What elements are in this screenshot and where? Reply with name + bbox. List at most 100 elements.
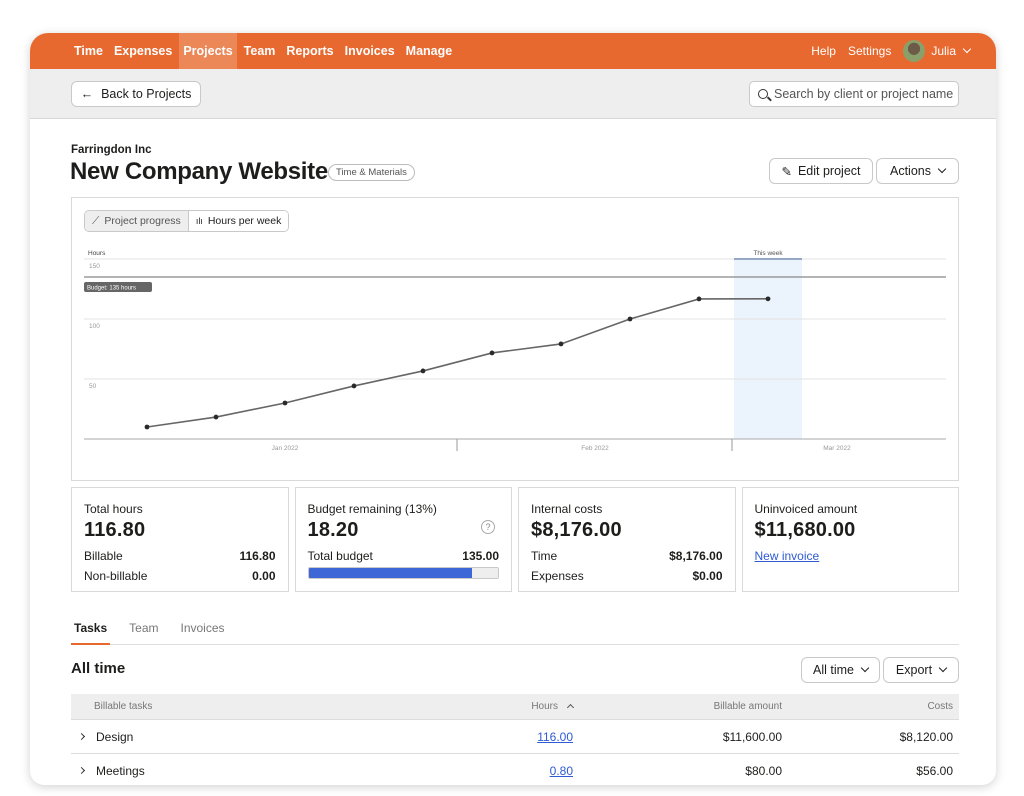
task-name: Design <box>96 729 134 744</box>
chevron-right-icon[interactable] <box>77 766 86 775</box>
col-hours[interactable]: Hours <box>401 701 575 712</box>
tab-hours-per-week[interactable]: ılı Hours per week <box>188 211 289 231</box>
export-label: Export <box>895 663 933 677</box>
budget-card: Budget remaining (13%) ? 18.20 Total bud… <box>294 487 512 592</box>
amount-cell: $11,600.00 <box>722 729 782 744</box>
data-point <box>282 400 288 406</box>
non-billable-row: Non-billable 0.00 <box>84 569 276 583</box>
costs-cell: $56.00 <box>916 763 953 778</box>
card-label: Total hours <box>84 502 143 516</box>
hours-link[interactable]: 116.00 <box>537 730 573 744</box>
nav-reports[interactable]: Reports <box>282 33 337 69</box>
row-value: 135.00 <box>462 549 499 563</box>
hours-cell: 116.00 <box>401 730 573 744</box>
data-point <box>696 296 702 302</box>
col-hours-label: Hours <box>531 701 558 712</box>
task-cell: Meetings <box>71 764 401 778</box>
data-point <box>144 424 150 430</box>
hours-cell: 0.80 <box>401 764 573 778</box>
nav-expenses[interactable]: Expenses <box>110 33 176 69</box>
row-label: Expenses <box>531 569 584 583</box>
series-line <box>146 298 769 428</box>
help-icon[interactable]: ? <box>481 520 495 534</box>
pencil-icon: ✎ <box>781 164 792 179</box>
task-name: Meetings <box>96 763 145 778</box>
x-month-label: Jan 2022 <box>272 445 299 452</box>
nav-invoices[interactable]: Invoices <box>341 33 399 69</box>
row-label: Non-billable <box>84 569 148 583</box>
new-invoice-link[interactable]: New invoice <box>755 549 947 563</box>
card-label: Uninvoiced amount <box>754 502 858 516</box>
card-label: Internal costs <box>531 502 603 516</box>
trend-line-icon: ⟋ <box>92 214 100 227</box>
y-tick-label: 50 <box>89 383 97 390</box>
amount-cell: $80.00 <box>745 763 782 778</box>
tab-invoices[interactable]: Invoices <box>177 621 227 645</box>
chevron-down-icon <box>938 663 948 673</box>
row-value: 116.80 <box>239 549 276 563</box>
edit-project-button[interactable]: ✎ Edit project <box>769 158 873 184</box>
page-title: New Company Website <box>70 158 328 185</box>
y-tick-label: 150 <box>89 263 100 270</box>
table-header: Billable tasks Hours Billable amount Cos… <box>71 694 959 720</box>
progress-label: Project progress <box>104 215 181 227</box>
chart-panel: This week Hours 50 100 150 Budget: 135 hours J… <box>71 197 959 481</box>
total-budget-row: Total budget 135.00 <box>308 549 500 563</box>
hours-label: Hours per week <box>207 215 282 227</box>
export-button[interactable]: Export <box>883 657 959 683</box>
internal-costs-card: Internal costs $8,176.00 Time $8,176.00 E… <box>518 487 736 592</box>
user-menu[interactable]: Julia <box>903 40 972 62</box>
avatar <box>903 40 926 62</box>
row-label: Time <box>531 549 558 563</box>
budget-progress-bar <box>307 567 499 579</box>
range-label: All time <box>813 663 854 677</box>
expenses-cost-row: Expenses $0.00 <box>531 569 723 583</box>
table-row[interactable]: Meetings 0.80 $80.00 $56.00 <box>71 754 959 785</box>
tab-tasks[interactable]: Tasks <box>71 621 111 645</box>
nav-team[interactable]: Team <box>240 33 280 69</box>
chevron-down-icon <box>860 663 870 673</box>
card-value: 116.80 <box>84 519 146 541</box>
costs-cell: $8,120.00 <box>899 729 953 744</box>
nav-projects[interactable]: Projects <box>179 33 237 69</box>
section-title: All time <box>71 660 126 677</box>
chevron-down-icon <box>962 44 972 54</box>
time-cost-row: Time $8,176.00 <box>531 549 723 563</box>
edit-label: Edit project <box>797 164 861 178</box>
nav-time[interactable]: Time <box>70 33 107 69</box>
tab-team[interactable]: Team <box>126 621 161 645</box>
hours-link[interactable]: 0.80 <box>550 764 573 778</box>
data-point <box>765 296 771 302</box>
chevron-down-icon <box>937 164 947 174</box>
nav-settings[interactable]: Settings <box>848 44 891 58</box>
task-cell: Design <box>71 730 401 744</box>
time-range-dropdown[interactable]: All time <box>801 657 880 683</box>
table-row[interactable]: Design 116.00 $11,600.00 $8,120.00 <box>71 720 959 754</box>
chevron-right-icon[interactable] <box>77 732 86 741</box>
search-input[interactable]: Search by client or project name <box>749 81 959 107</box>
x-month-label: Mar 2022 <box>823 445 851 452</box>
y-tick-label: 100 <box>89 323 100 330</box>
actions-button[interactable]: Actions <box>876 158 959 184</box>
y-axis-label: Hours <box>88 250 106 257</box>
bar-chart-icon: ılı <box>195 216 203 226</box>
col-billable-tasks: Billable tasks <box>94 701 153 712</box>
row-label: Billable <box>84 549 123 563</box>
data-point <box>420 368 426 374</box>
user-name: Julia <box>931 44 956 58</box>
data-point <box>351 383 357 389</box>
tab-project-progress[interactable]: ⟋ Project progress <box>85 211 189 231</box>
total-hours-card: Total hours 116.80 Billable 116.80 Non-bi… <box>71 487 289 592</box>
back-to-projects-button[interactable]: ← Back to Projects <box>71 81 201 107</box>
row-value: $0.00 <box>692 569 723 583</box>
data-point <box>489 350 495 356</box>
top-nav: Time Expenses Projects Team Reports Invo… <box>30 33 996 69</box>
tasks-table: Billable tasks Hours Billable amount Cos… <box>71 694 959 785</box>
col-billable-amount: Billable amount <box>713 701 782 712</box>
this-week-band <box>734 259 802 439</box>
nav-help[interactable]: Help <box>811 44 836 58</box>
nav-manage[interactable]: Manage <box>402 33 457 69</box>
project-type-badge: Time & Materials <box>328 164 415 181</box>
app-window: Time Expenses Projects Team Reports Invo… <box>30 33 996 785</box>
arrow-left-icon: ← <box>80 87 94 101</box>
